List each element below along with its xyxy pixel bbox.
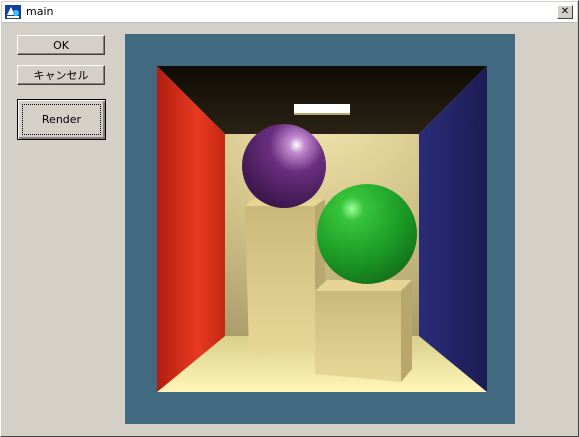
- app-icon: [5, 5, 21, 19]
- cancel-button[interactable]: キャンセル: [17, 65, 105, 85]
- purple-sphere: [242, 124, 326, 208]
- short-box-front: [315, 291, 401, 382]
- cancel-button-label: キャンセル: [33, 69, 89, 82]
- window-title: main: [26, 5, 54, 18]
- close-icon: ✕: [560, 6, 570, 17]
- ceiling-light: [294, 104, 350, 113]
- tall-box-front: [245, 206, 315, 355]
- render-panel: [125, 34, 515, 424]
- close-button[interactable]: ✕: [557, 5, 573, 19]
- focus-rectangle: [22, 104, 101, 135]
- rendered-cornell-box: [157, 66, 487, 392]
- main-window: main ✕ OK キャンセル Render: [0, 0, 579, 437]
- render-button[interactable]: Render: [17, 99, 106, 140]
- green-sphere: [317, 184, 417, 284]
- short-box-side: [401, 280, 412, 382]
- ok-button-label: OK: [53, 38, 69, 52]
- title-bar[interactable]: main ✕: [2, 2, 577, 23]
- ok-button[interactable]: OK: [17, 35, 105, 55]
